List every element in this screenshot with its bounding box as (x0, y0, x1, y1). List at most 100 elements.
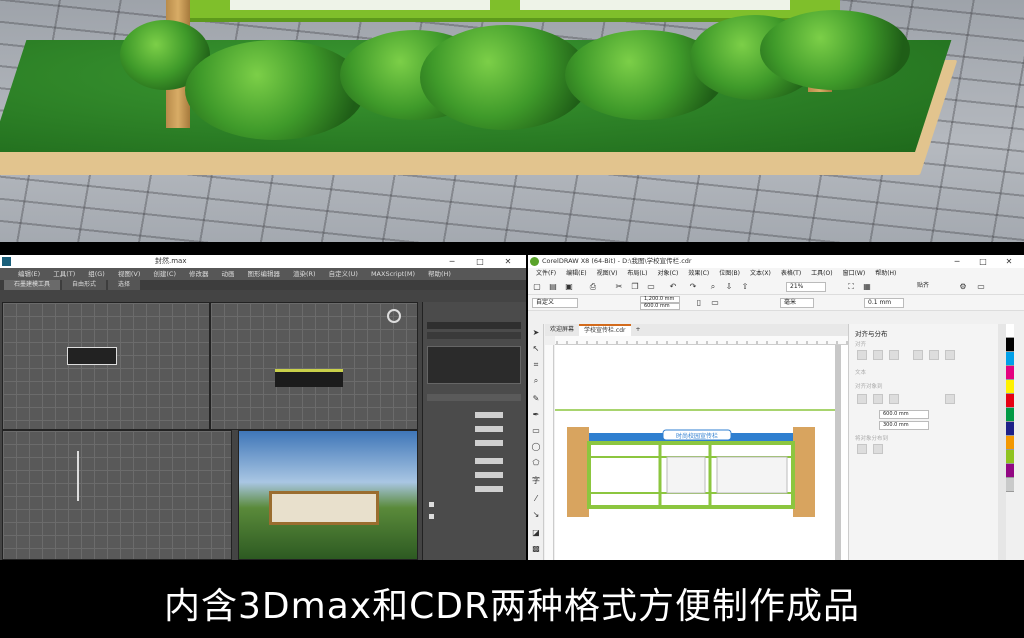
param-spinner[interactable] (475, 486, 503, 492)
align-to-page-icon[interactable] (873, 394, 883, 404)
align-to-grid-icon[interactable] (945, 394, 955, 404)
maximize-button[interactable]: □ (974, 255, 992, 268)
width-field[interactable]: 1,200.0 mm (640, 296, 680, 303)
menu-item[interactable]: 修改器 (189, 268, 209, 280)
fullscreen-icon[interactable]: ⛶ (846, 282, 856, 292)
menu-item[interactable]: 创建(C) (153, 268, 176, 280)
menu-item[interactable]: 自定义(U) (329, 268, 358, 280)
fill-tool-icon[interactable]: ◪ (531, 528, 541, 538)
print-icon[interactable]: ⎙ (588, 282, 598, 292)
search-icon[interactable]: ⌕ (708, 282, 718, 292)
docker-vertical-tabs[interactable] (998, 324, 1006, 560)
palette-swatch[interactable] (1006, 450, 1014, 464)
palette-swatch[interactable] (1006, 408, 1014, 422)
cut-icon[interactable]: ✂ (614, 282, 624, 292)
distribute-page-icon[interactable] (857, 444, 867, 454)
paste-icon[interactable]: ▭ (646, 282, 656, 292)
menu-item[interactable]: 布局(L) (627, 268, 647, 279)
palette-swatch[interactable] (1006, 380, 1014, 394)
launch-icon[interactable]: ▭ (976, 282, 986, 292)
menu-item[interactable]: 编辑(E) (18, 268, 40, 280)
palette-swatch[interactable] (1006, 464, 1014, 478)
add-tab-icon[interactable]: + (631, 324, 646, 336)
shape-tool-icon[interactable]: ↖ (531, 344, 541, 354)
align-top-icon[interactable] (913, 350, 923, 360)
units-dropdown[interactable]: 毫米 (780, 298, 814, 308)
artistic-media-icon[interactable]: ✒ (531, 410, 541, 420)
pick-tool-icon[interactable]: ➤ (531, 328, 541, 338)
drawing-canvas[interactable]: 时尚校园宣传栏 (555, 345, 848, 560)
menu-item[interactable]: 视图(V) (118, 268, 141, 280)
crop-tool-icon[interactable]: ⌗ (531, 360, 541, 370)
minimize-button[interactable]: ─ (948, 255, 966, 268)
checkbox[interactable] (429, 514, 434, 519)
modifier-list[interactable] (427, 332, 521, 339)
align-bottom-icon[interactable] (945, 350, 955, 360)
menu-item[interactable]: 文本(X) (750, 268, 771, 279)
polygon-tool-icon[interactable]: ⬠ (531, 458, 541, 468)
palette-swatch[interactable] (1006, 324, 1014, 338)
menu-item[interactable]: 对象(C) (657, 268, 678, 279)
new-doc-icon[interactable]: ▢ (532, 282, 542, 292)
palette-swatch[interactable] (1006, 394, 1014, 408)
parallel-dimension-icon[interactable]: ⁄ (531, 494, 541, 504)
undo-icon[interactable]: ↶ (668, 282, 678, 292)
menu-item[interactable]: 视图(V) (597, 268, 618, 279)
viewport-left[interactable] (2, 430, 232, 560)
param-spinner[interactable] (475, 440, 503, 446)
align-right-icon[interactable] (889, 350, 899, 360)
gear-icon[interactable]: ⚙ (958, 282, 968, 292)
close-button[interactable]: ✕ (498, 255, 518, 268)
palette-swatch[interactable] (1006, 478, 1014, 492)
color-palette[interactable] (1006, 324, 1014, 560)
palette-swatch[interactable] (1006, 338, 1014, 352)
freehand-tool-icon[interactable]: ✎ (531, 394, 541, 404)
menu-item[interactable]: 组(G) (88, 268, 105, 280)
menu-item[interactable]: 图形编辑器 (248, 268, 281, 280)
checkbox[interactable] (429, 502, 434, 507)
align-middle-icon[interactable] (929, 350, 939, 360)
minimize-button[interactable]: ─ (442, 255, 462, 268)
menu-item[interactable]: 窗口(W) (843, 268, 866, 279)
save-icon[interactable]: ▣ (564, 282, 574, 292)
param-spinner[interactable] (475, 472, 503, 478)
menu-item[interactable]: 帮助(H) (875, 268, 896, 279)
param-spinner[interactable] (475, 458, 503, 464)
connector-tool-icon[interactable]: ↘ (531, 510, 541, 520)
menu-item[interactable]: 文件(F) (536, 268, 556, 279)
rollout-header[interactable] (427, 394, 521, 401)
tab-selection[interactable]: 选择 (108, 280, 141, 290)
vertical-ruler[interactable] (545, 345, 554, 560)
viewport-top[interactable] (2, 302, 210, 430)
menu-item[interactable]: 帮助(H) (428, 268, 451, 280)
height-field[interactable]: 600.0 mm (640, 303, 680, 310)
viewport-perspective[interactable] (238, 430, 418, 560)
nudge-field[interactable]: 0.1 mm (864, 298, 904, 308)
tab-graphite[interactable]: 石墨建模工具 (4, 280, 61, 290)
x-position-field[interactable]: 600.0 mm (879, 410, 929, 419)
viewport-front[interactable] (210, 302, 418, 430)
portrait-icon[interactable]: ▯ (694, 298, 704, 308)
menu-item[interactable]: 渲染(R) (293, 268, 316, 280)
rectangle-tool-icon[interactable]: ▭ (531, 426, 541, 436)
palette-swatch[interactable] (1006, 352, 1014, 366)
zoom-tool-icon[interactable]: ⌕ (531, 376, 541, 386)
modifier-stack[interactable] (427, 346, 521, 384)
distribute-selection-icon[interactable] (873, 444, 883, 454)
copy-icon[interactable]: ❐ (630, 282, 640, 292)
menu-item[interactable]: 位图(B) (719, 268, 740, 279)
tab-welcome[interactable]: 欢迎屏幕 (545, 324, 579, 336)
menu-item[interactable]: 动画 (222, 268, 235, 280)
snap-to-dropdown[interactable]: 贴齐 (914, 282, 944, 292)
import-icon[interactable]: ⇩ (724, 282, 734, 292)
horizontal-ruler[interactable] (555, 336, 848, 345)
menu-item[interactable]: 效果(C) (688, 268, 709, 279)
transparency-tool-icon[interactable]: ▩ (531, 544, 541, 554)
open-icon[interactable]: ▤ (548, 282, 558, 292)
menu-item[interactable]: 工具(T) (53, 268, 75, 280)
export-icon[interactable]: ⇧ (740, 282, 750, 292)
menu-item[interactable]: 表格(T) (781, 268, 801, 279)
palette-swatch[interactable] (1006, 366, 1014, 380)
align-to-active-icon[interactable] (857, 394, 867, 404)
redo-icon[interactable]: ↷ (688, 282, 698, 292)
